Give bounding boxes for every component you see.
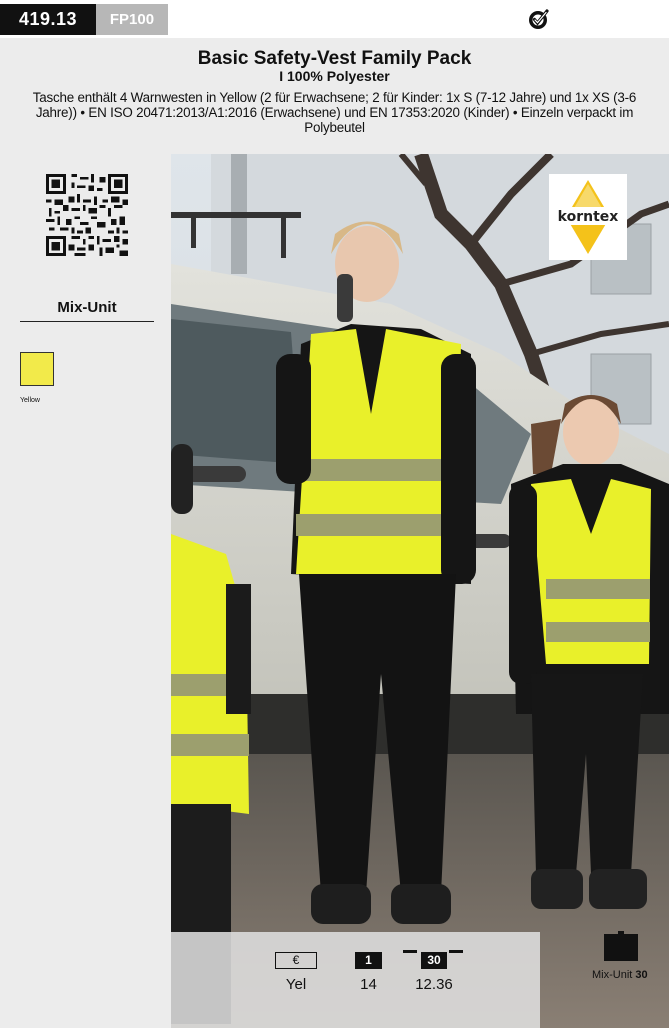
korntex-logo-text: korntex xyxy=(558,209,619,225)
mix-unit-footer-value: 30 xyxy=(635,969,648,981)
checkmark-badge-icon xyxy=(529,9,549,29)
price-table: € 1 30 Yel 14 12.36 xyxy=(171,932,540,1028)
product-photo: korntex xyxy=(171,154,669,1028)
product-title: Basic Safety-Vest Family Pack xyxy=(197,48,472,69)
product-material: I 100% Polyester xyxy=(279,68,390,84)
article-code-tag: 419.13 xyxy=(0,4,96,35)
product-description: Tasche enthält 4 Warnwesten in Yellow (2… xyxy=(32,90,637,135)
pack-unit-header: 30 xyxy=(421,952,447,969)
color-swatch-yellow[interactable] xyxy=(20,352,54,386)
single-unit-header: 1 xyxy=(355,952,382,969)
price-row-pack-price: 12.36 xyxy=(415,976,453,993)
left-sidebar: Mix-Unit Yellow xyxy=(0,154,171,1028)
pack-header-bar-left xyxy=(403,950,417,953)
product-header: Basic Safety-Vest Family Pack I 100% Pol… xyxy=(0,38,669,154)
mix-unit-divider xyxy=(20,321,154,322)
pack-header-bar-right xyxy=(449,950,463,953)
mix-unit-heading: Mix-Unit xyxy=(57,299,117,316)
price-row-color: Yel xyxy=(285,976,307,993)
mix-unit-footer-label: Mix-Unit xyxy=(592,969,636,981)
mix-unit-footer: Mix-Unit 30 xyxy=(592,969,648,981)
model-code-tag: FP100 xyxy=(96,4,168,35)
qr-code-icon xyxy=(46,174,128,256)
carton-box-icon xyxy=(604,931,638,961)
price-row-unit-price: 14 xyxy=(360,976,377,993)
currency-header: € xyxy=(275,952,317,969)
color-swatch-label: Yellow xyxy=(20,397,40,404)
korntex-logo: korntex xyxy=(549,174,627,260)
